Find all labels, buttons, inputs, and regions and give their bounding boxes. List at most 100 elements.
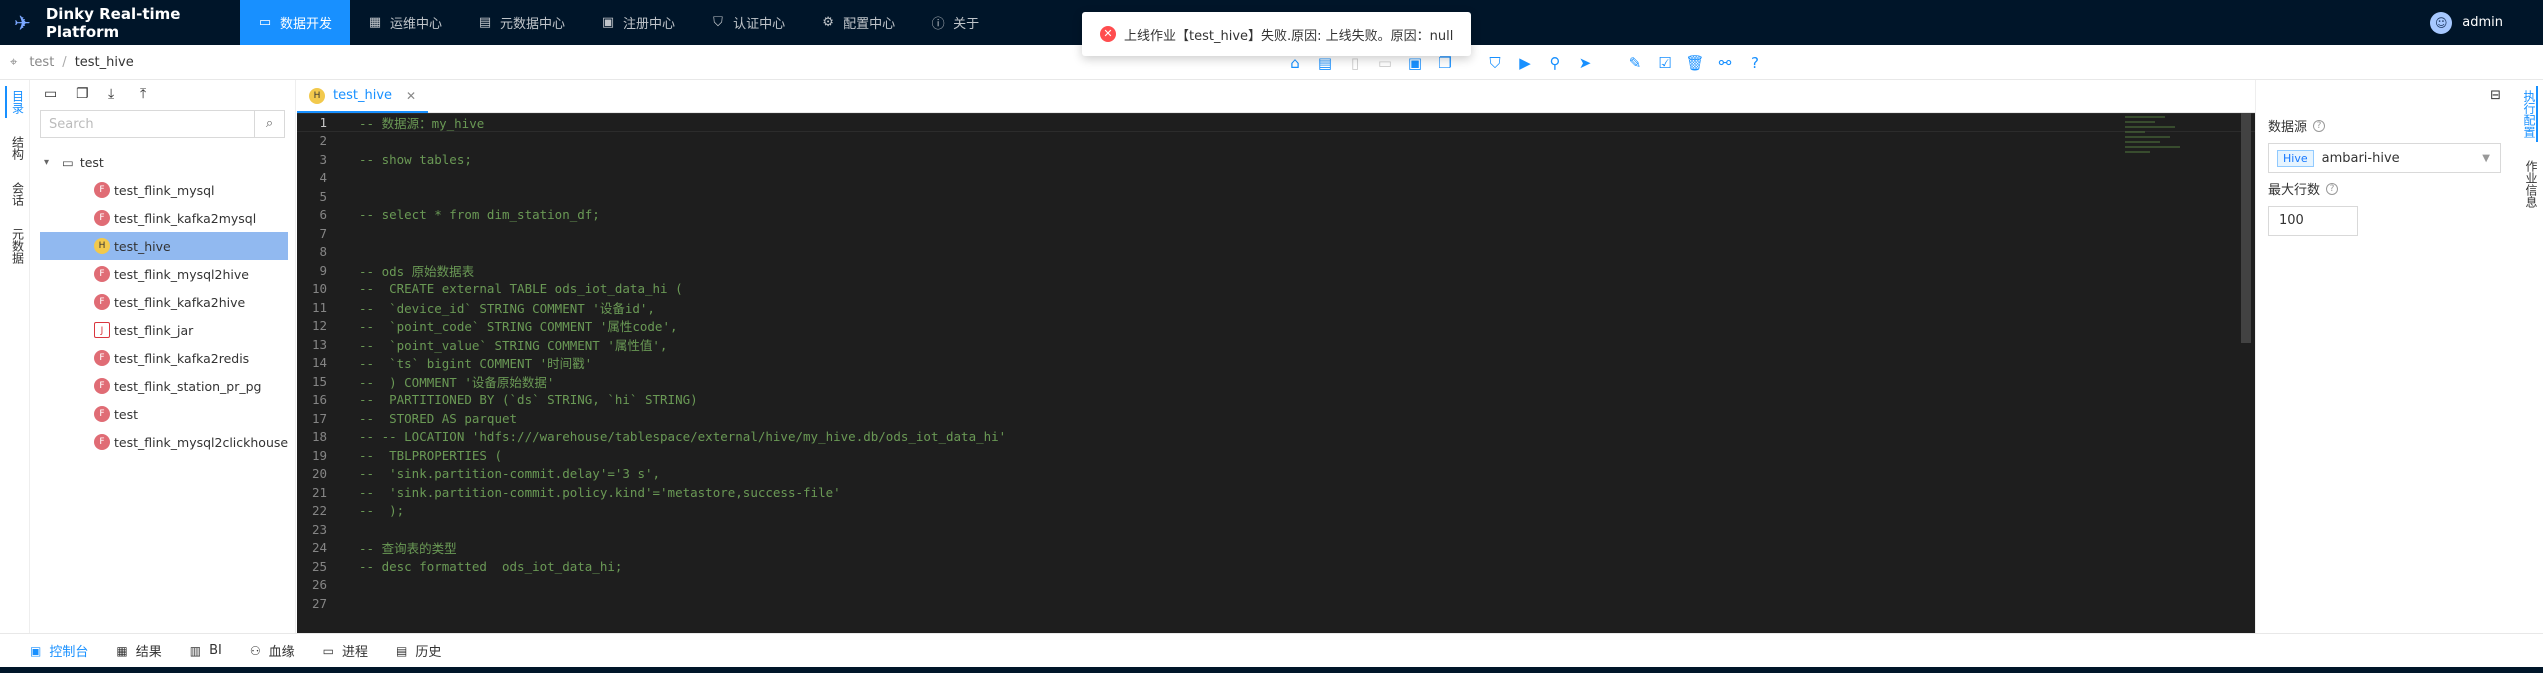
- tree-item[interactable]: Ftest_flink_mysql2hive: [30, 260, 295, 288]
- check-icon[interactable]: ⛉: [1480, 54, 1510, 72]
- minimap[interactable]: [2125, 113, 2185, 173]
- editor-scrollbar[interactable]: [2241, 113, 2251, 343]
- datasource-select[interactable]: Hive ambari-hive ▼: [2268, 143, 2501, 173]
- bottom-panel-strip: [0, 667, 2543, 673]
- save-icon[interactable]: ▣: [1400, 54, 1430, 72]
- tree-item[interactable]: Ftest_flink_mysql2clickhouse: [30, 428, 295, 456]
- edit-icon[interactable]: ✎: [1620, 54, 1650, 72]
- datasource-label: 数据源 ?: [2256, 116, 2513, 135]
- tree-item[interactable]: Ftest_flink_kafka2mysql: [30, 204, 295, 232]
- jar-job-icon: J: [94, 322, 110, 338]
- editor-area: H test_hive ✕ 1 -- 数据源：my_hive 2 3 -- show t…: [297, 80, 2255, 633]
- file-icon[interactable]: ▯: [1340, 54, 1370, 72]
- left-rail-tab-0[interactable]: 目录: [4, 86, 25, 118]
- bottom-tab-2[interactable]: ▥ BI: [190, 643, 222, 658]
- code-line: 27: [297, 594, 2255, 613]
- chevron-down-icon[interactable]: ▾: [44, 157, 62, 168]
- nav-item-2[interactable]: ▤ 元数据中心: [460, 0, 583, 45]
- tree-item-label: test_flink_kafka2hive: [114, 294, 246, 310]
- close-icon[interactable]: ✕: [406, 89, 416, 103]
- minimize-icon[interactable]: ⊟: [2490, 88, 2501, 103]
- left-rail-tab-2[interactable]: 会话: [5, 178, 25, 210]
- right-rail-label: 作业信息: [2524, 160, 2538, 208]
- tree-item[interactable]: Ftest_flink_kafka2hive: [30, 288, 295, 316]
- nav-item-6[interactable]: ⓘ 关于: [913, 0, 997, 45]
- left-rail-tab-1[interactable]: 结构: [5, 132, 25, 164]
- nav-item-4[interactable]: ⛉ 认证中心: [693, 0, 803, 45]
- send-icon[interactable]: ➤: [1570, 54, 1600, 72]
- tree-item[interactable]: Ftest: [30, 400, 295, 428]
- left-rail-label: 结构: [10, 136, 25, 160]
- code-text: -- 'sink.partition-commit.delay'='3 s',: [359, 466, 661, 482]
- bottom-tab-0[interactable]: ▣ 控制台: [30, 641, 88, 661]
- chevron-down-icon[interactable]: ▼: [2482, 153, 2490, 164]
- tree-item[interactable]: Ftest_flink_station_pr_pg: [30, 372, 295, 400]
- search-input[interactable]: [41, 111, 254, 137]
- breadcrumb-root[interactable]: test: [29, 55, 54, 70]
- bottom-tab-4[interactable]: ▭ 进程: [323, 641, 368, 661]
- tree-folder[interactable]: ▾ ▭ test: [30, 148, 295, 176]
- nav-item-label: 元数据中心: [500, 17, 566, 32]
- left-rail-label: 目录: [10, 90, 25, 114]
- nav-item-5[interactable]: ⚙ 配置中心: [803, 0, 913, 45]
- code-text: -- desc formatted ods_iot_data_hi;: [359, 558, 623, 574]
- line-number: 1: [319, 114, 327, 130]
- code-line: 22 -- );: [297, 502, 2255, 521]
- datasource-value: ambari-hive: [2321, 150, 2400, 166]
- home-icon[interactable]: ⌂: [1280, 54, 1310, 72]
- registry-icon: ▣: [601, 15, 615, 30]
- tree-item[interactable]: Htest_hive: [40, 232, 288, 260]
- max-rows-label-text: 最大行数: [2268, 183, 2321, 198]
- bottom-tab-3[interactable]: ⚇ 血缘: [250, 641, 295, 661]
- nav-item-0[interactable]: ▭ 数据开发: [240, 0, 351, 45]
- error-toast: ✕ 上线作业【test_hive】失败.原因: 上线失败。原因：null: [1082, 12, 1472, 56]
- import-icon[interactable]: ⤓: [108, 86, 140, 102]
- datasource-label-text: 数据源: [2268, 120, 2308, 135]
- metadata-icon: ▤: [478, 15, 492, 30]
- audit-icon[interactable]: ☑: [1650, 54, 1680, 72]
- tree-item-label: test_flink_kafka2redis: [114, 350, 250, 366]
- deploy-icon[interactable]: ⚲: [1540, 54, 1570, 72]
- run-icon[interactable]: ▶: [1510, 54, 1540, 72]
- info-icon: ⓘ: [931, 17, 945, 32]
- folder-icon[interactable]: ▭: [1370, 54, 1400, 72]
- upload-icon[interactable]: ⤒: [140, 86, 172, 102]
- copy-icon[interactable]: ❐: [1430, 54, 1460, 72]
- question-icon[interactable]: ?: [2326, 182, 2339, 195]
- flink-job-icon: F: [94, 294, 110, 310]
- right-rail-tab-0[interactable]: 执行配置: [2518, 86, 2538, 142]
- code-editor[interactable]: 1 -- 数据源：my_hive 2 3 -- show tables; 4 5 6 -- se…: [297, 113, 2255, 633]
- copy-tree-icon[interactable]: ❐: [76, 86, 108, 102]
- app-logo[interactable]: ✈ Dinky Real-time Platform: [0, 0, 240, 45]
- bottom-tab-1[interactable]: ▦ 结果: [116, 641, 161, 661]
- code-line: 3 -- show tables;: [297, 150, 2255, 169]
- max-rows-input[interactable]: 100: [2268, 206, 2358, 236]
- tree-item[interactable]: Jtest_flink_jar: [30, 316, 295, 344]
- nav-item-1[interactable]: ▦ 运维中心: [350, 0, 460, 45]
- sql-icon[interactable]: ▤: [1310, 54, 1340, 72]
- left-rail-tab-3[interactable]: 元数据: [5, 224, 25, 268]
- left-side-rail: 目录 结构 会话 元数据: [0, 80, 30, 633]
- delete-icon[interactable]: 🗑: [1680, 54, 1710, 72]
- search-icon[interactable]: ⌕: [254, 111, 284, 137]
- line-number: 9: [319, 262, 327, 278]
- editor-tab[interactable]: H test_hive ✕: [297, 80, 429, 113]
- right-rail-tab-1[interactable]: 作业信息: [2518, 156, 2538, 212]
- user-menu[interactable]: ☺ admin: [2430, 0, 2503, 45]
- bottom-tab-5[interactable]: ▤ 历史: [396, 641, 441, 661]
- line-number: 20: [311, 466, 327, 482]
- tree-item[interactable]: Ftest_flink_mysql: [30, 176, 295, 204]
- editor-tab-label: test_hive: [333, 88, 393, 103]
- question-icon[interactable]: ?: [2313, 119, 2326, 132]
- code-line: 1 -- 数据源：my_hive: [297, 113, 2255, 132]
- code-text: -- show tables;: [359, 151, 472, 167]
- nav-item-3[interactable]: ▣ 注册中心: [583, 0, 693, 45]
- link-icon[interactable]: ⚯: [1710, 54, 1740, 72]
- tree-item-label: test_flink_mysql: [114, 182, 215, 198]
- help-icon[interactable]: ?: [1740, 54, 1770, 72]
- code-line: 20 -- 'sink.partition-commit.delay'='3 s'…: [297, 465, 2255, 484]
- line-number: 4: [319, 170, 327, 186]
- line-number: 7: [319, 225, 327, 241]
- tree-item[interactable]: Ftest_flink_kafka2redis: [30, 344, 295, 372]
- new-folder-icon[interactable]: ▭: [44, 86, 76, 102]
